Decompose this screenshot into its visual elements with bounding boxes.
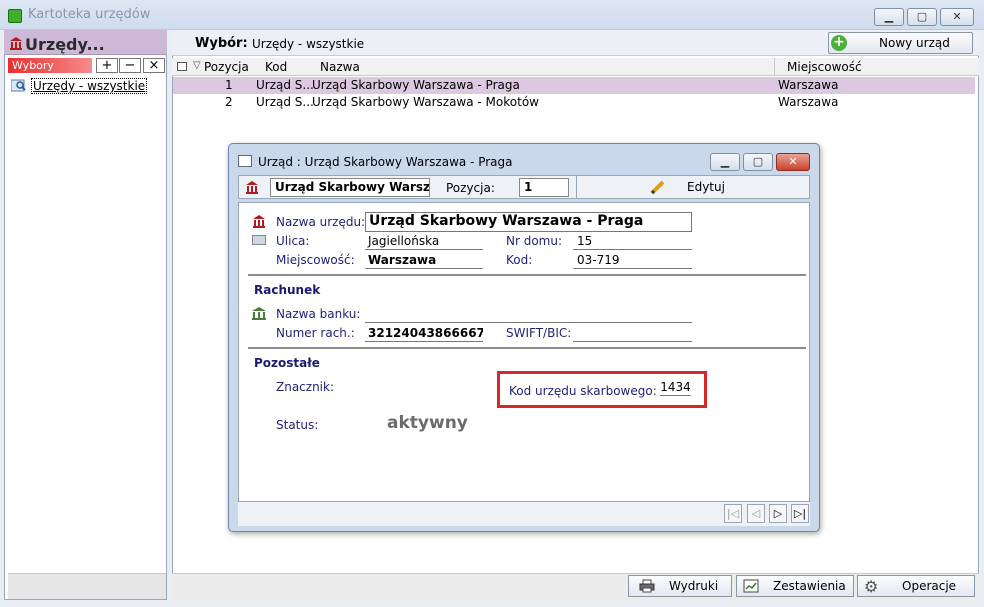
office-building-icon [252, 214, 266, 228]
minimize-icon: ▁ [884, 10, 894, 23]
close-icon: ✕ [788, 155, 798, 168]
address-card-icon [252, 235, 266, 245]
first-record-button[interactable]: |◁ [724, 504, 742, 523]
add-icon: + [831, 35, 847, 51]
maximize-icon: ▢ [916, 10, 928, 23]
nr-domu-label: Nr domu: [506, 234, 563, 248]
remove-button[interactable]: − [119, 58, 141, 73]
close-list-button[interactable]: × [143, 58, 165, 73]
office-building-icon [245, 180, 259, 194]
cell-miejscowosc: Warszawa [778, 78, 839, 92]
search-folder-icon [10, 78, 27, 92]
rachunek-section-title: Rachunek [254, 283, 321, 297]
office-building-icon [9, 36, 23, 50]
nazwa-urzedu-field[interactable]: Urząd Skarbowy Warszawa - Praga [365, 212, 692, 232]
window-title: Kartoteka urzędów [28, 7, 151, 22]
kod-urzedu-skarbowego-field[interactable]: 1434 [660, 380, 691, 396]
close-button[interactable]: ✕ [940, 8, 974, 26]
column-header-pozycja[interactable]: Pozycja [204, 60, 249, 74]
new-office-button[interactable]: + Nowy urząd [828, 32, 973, 54]
wydruki-button[interactable]: Wydruki [628, 575, 732, 597]
ulica-label: Ulica: [276, 234, 310, 248]
dialog-minimize-button[interactable]: ▁ [710, 153, 740, 171]
kod-urzedu-skarbowego-label: Kod urzędu skarbowego: [509, 384, 657, 398]
dialog-close-button[interactable]: ✕ [776, 153, 810, 171]
dialog-title: Urząd : Urząd Skarbowy Warszawa - Praga [258, 155, 513, 169]
dialog-icon [238, 155, 252, 167]
swift-field[interactable] [573, 326, 692, 342]
nazwa-banku-label: Nazwa banku: [276, 307, 361, 321]
pozostale-section-title: Pozostałe [254, 356, 320, 370]
gear-icon: ⚙ [864, 577, 879, 596]
nr-domu-field[interactable]: 15 [573, 234, 692, 250]
next-record-button[interactable]: ▷ [769, 504, 787, 523]
previous-record-button[interactable]: ◁ [747, 504, 765, 523]
status-value: aktywny [387, 413, 468, 433]
close-icon: ✕ [952, 10, 962, 23]
cell-miejscowosc: Warszawa [778, 95, 839, 109]
cell-nazwa: Urząd Skarbowy Warszawa - Praga [312, 78, 520, 92]
operacje-label: Operacje [902, 579, 957, 593]
wydruki-label: Wydruki [669, 579, 719, 593]
maximize-button[interactable]: ▢ [907, 8, 937, 26]
numer-rachunku-field[interactable]: 32124043866667... [365, 326, 483, 342]
pozycja-field[interactable]: 1 [519, 178, 569, 197]
zestawienia-button[interactable]: Zestawienia [736, 575, 854, 597]
cell-kod: Urząd S... [256, 95, 314, 109]
znacznik-label: Znacznik: [276, 380, 335, 394]
new-office-label: Nowy urząd [879, 36, 950, 50]
dialog-name-field[interactable]: Urząd Skarbowy Warsza... [270, 178, 430, 197]
dialog-maximize-button[interactable]: ▢ [743, 153, 773, 171]
column-divider [774, 58, 775, 76]
miejscowosc-field[interactable]: Warszawa [365, 253, 483, 269]
report-chart-icon [743, 579, 759, 593]
edit-button[interactable]: Edytuj [576, 176, 809, 198]
nazwa-urzedu-label: Nazwa urzędu: [276, 215, 366, 229]
pencil-icon [649, 178, 667, 196]
section-divider [248, 274, 806, 276]
wybor-label: Wybór: [195, 36, 248, 51]
left-pane [4, 30, 167, 600]
wybory-tab[interactable]: Wybory [8, 58, 92, 73]
left-pane-footer [8, 573, 166, 599]
sort-indicator-icon: ▽ [193, 60, 201, 71]
printer-icon [639, 579, 655, 593]
table-row[interactable]: 1 Urząd S... Urząd Skarbowy Warszawa - P… [173, 77, 975, 94]
list-item-urzedy-wszystkie[interactable]: Urzędy - wszystkie [31, 78, 148, 94]
table-row[interactable]: 2 Urząd S... Urząd Skarbowy Warszawa - M… [173, 94, 975, 111]
swift-label: SWIFT/BIC: [506, 326, 572, 340]
status-label: Status: [276, 418, 319, 432]
column-header-kod[interactable]: Kod [265, 60, 287, 74]
wybor-value: Urzędy - wszystkie [252, 37, 365, 51]
section-divider [248, 347, 806, 349]
numer-rachunku-label: Numer rach.: [276, 326, 355, 340]
bank-icon [251, 306, 267, 320]
column-header-nazwa[interactable]: Nazwa [320, 60, 360, 74]
column-header-miejscowosc[interactable]: Miejscowość [787, 60, 862, 74]
minimize-button[interactable]: ▁ [874, 8, 904, 26]
minimize-icon: ▁ [720, 155, 730, 168]
left-pane-title: Urzędy... [25, 35, 105, 54]
zestawienia-label: Zestawienia [773, 579, 846, 593]
edit-label: Edytuj [687, 180, 725, 194]
operacje-button[interactable]: ⚙ Operacje [857, 575, 975, 597]
last-record-button[interactable]: ▷| [791, 504, 809, 523]
pozycja-label: Pozycja: [446, 181, 495, 195]
select-all-checkbox[interactable] [177, 62, 187, 71]
ulica-field[interactable]: Jagiellońska [365, 234, 483, 250]
cell-nazwa: Urząd Skarbowy Warszawa - Mokotów [312, 95, 539, 109]
cell-pozycja: 1 [225, 78, 233, 92]
maximize-icon: ▢ [752, 155, 764, 168]
add-button[interactable]: + [96, 58, 118, 73]
kod-field[interactable]: 03-719 [573, 253, 692, 269]
nazwa-banku-field[interactable] [365, 307, 692, 323]
cell-pozycja: 2 [225, 95, 233, 109]
kod-label: Kod: [506, 253, 533, 267]
app-icon [8, 9, 22, 23]
miejscowosc-label: Miejscowość: [276, 253, 355, 267]
cell-kod: Urząd S... [256, 78, 314, 92]
